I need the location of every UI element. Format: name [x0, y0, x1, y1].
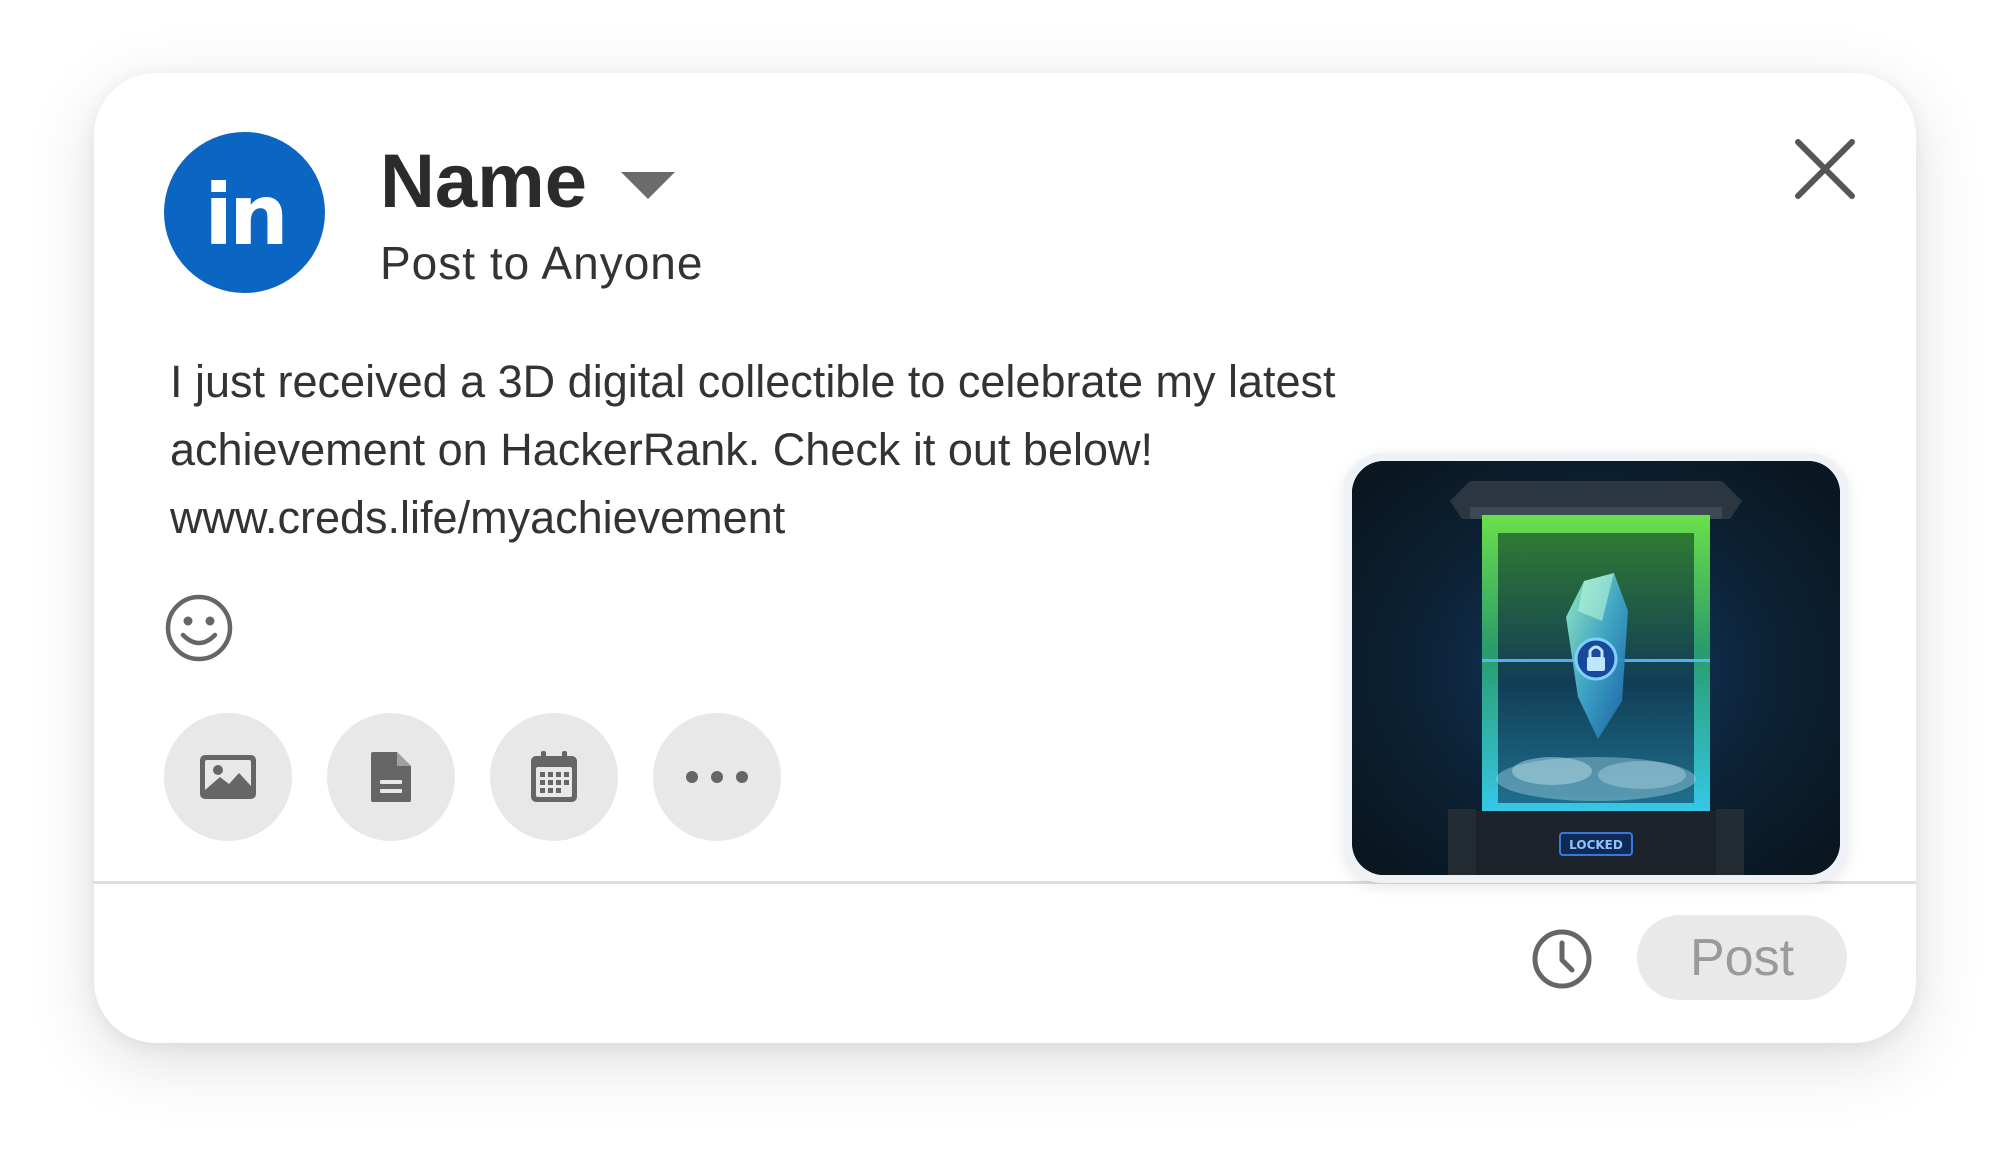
author-selector[interactable]: Name — [380, 137, 675, 227]
schedule-clock-icon[interactable] — [1530, 927, 1594, 991]
screen: in Name Post to Anyone I just received a… — [0, 0, 2010, 1161]
post-button[interactable]: Post — [1637, 915, 1847, 1000]
share-post-dialog: in Name Post to Anyone I just received a… — [94, 73, 1916, 1043]
create-event-button[interactable] — [490, 713, 618, 841]
more-options-button[interactable] — [653, 713, 781, 841]
linkedin-logo-text: in — [204, 165, 289, 264]
add-media-button[interactable] — [164, 713, 292, 841]
collectible-preview-card[interactable]: LOCKED — [1344, 453, 1848, 883]
calendar-icon — [531, 751, 577, 802]
add-document-button[interactable] — [327, 713, 455, 841]
image-icon — [200, 755, 256, 799]
emoji-icon[interactable] — [164, 593, 234, 663]
linkedin-logo-avatar: in — [164, 132, 325, 293]
post-text-editor[interactable]: I just received a 3D digital collectible… — [170, 348, 1350, 552]
more-icon — [686, 771, 748, 783]
collectible-preview-image: LOCKED — [1352, 461, 1840, 875]
close-icon[interactable] — [1788, 132, 1862, 206]
author-name: Name — [380, 139, 587, 224]
post-visibility[interactable]: Post to Anyone — [380, 233, 703, 293]
caret-down-icon — [621, 171, 675, 199]
locked-badge-text: LOCKED — [1569, 838, 1623, 852]
locked-collectible-illustration: LOCKED — [1352, 461, 1840, 875]
document-icon — [371, 752, 411, 802]
